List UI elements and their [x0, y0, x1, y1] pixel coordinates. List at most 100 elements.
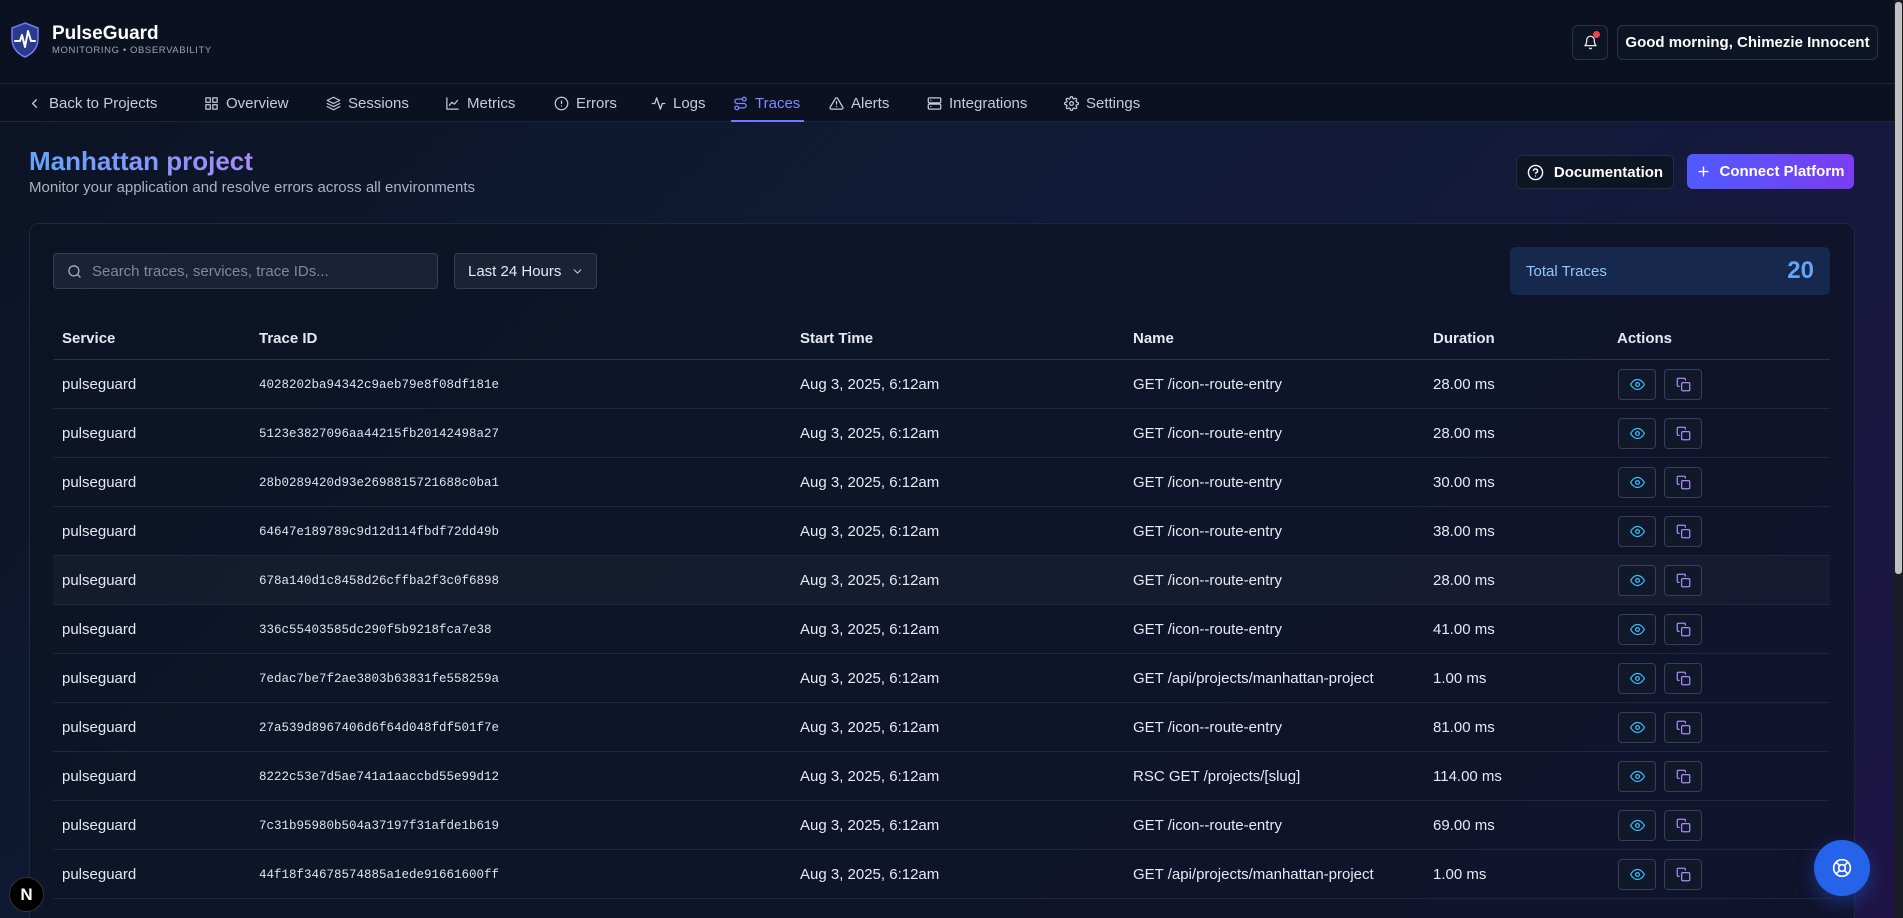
view-trace-button[interactable] — [1618, 761, 1656, 792]
cell-trace-id[interactable]: 4028202ba94342c9aeb79e8f08df181e — [259, 378, 499, 392]
view-trace-button[interactable] — [1618, 565, 1656, 596]
cell-service: pulseguard — [62, 768, 137, 785]
cell-trace-id[interactable]: 44f18f34678574885a1ede91661600ff — [259, 868, 499, 882]
cell-duration: 114.00 ms — [1433, 768, 1502, 785]
tab-integrations[interactable]: Integrations — [927, 84, 1027, 122]
eye-icon — [1629, 476, 1645, 489]
column-header-duration[interactable]: Duration — [1433, 330, 1495, 347]
cell-service: pulseguard — [62, 474, 137, 491]
lifebuoy-icon — [1832, 858, 1852, 878]
cell-name: RSC GET /projects/[slug] — [1133, 768, 1301, 785]
table-row[interactable]: pulseguard 7c31b95980b504a37197f31afde1b6… — [53, 801, 1830, 850]
tab-sessions[interactable]: Sessions — [326, 84, 409, 122]
search-box[interactable] — [53, 253, 438, 289]
copy-icon — [1676, 671, 1690, 686]
tab-overview[interactable]: Overview — [204, 84, 289, 122]
cell-trace-id[interactable]: 8222c53e7d5ae741a1aaccbd55e99d12 — [259, 770, 499, 784]
cell-service: pulseguard — [62, 866, 137, 883]
cell-start-time: Aug 3, 2025, 6:12am — [800, 523, 940, 540]
search-icon — [68, 264, 81, 278]
tab-overview-label: Overview — [226, 94, 289, 112]
copy-icon — [1676, 475, 1690, 490]
help-button[interactable] — [1814, 840, 1870, 896]
cell-trace-id[interactable]: 7c31b95980b504a37197f31afde1b619 — [259, 819, 499, 833]
view-trace-button[interactable] — [1618, 418, 1656, 449]
tab-alerts[interactable]: Alerts — [829, 84, 889, 122]
eye-icon — [1629, 868, 1645, 881]
eye-icon — [1629, 623, 1645, 636]
tab-logs-label: Logs — [673, 94, 706, 112]
time-range-select[interactable]: Last 24 Hours — [454, 253, 597, 289]
cell-start-time: Aug 3, 2025, 6:12am — [800, 817, 940, 834]
cell-duration: 30.00 ms — [1433, 474, 1495, 491]
cell-start-time: Aug 3, 2025, 6:12am — [800, 474, 940, 491]
tab-logs[interactable]: Logs — [651, 84, 706, 122]
connect-platform-button[interactable]: Connect Platform — [1687, 154, 1854, 189]
documentation-button[interactable]: Documentation — [1516, 155, 1674, 189]
view-trace-button[interactable] — [1618, 859, 1656, 890]
user-greeting-button[interactable]: Good morning, Chimezie Innocent — [1617, 25, 1878, 60]
view-trace-button[interactable] — [1618, 369, 1656, 400]
brand[interactable]: PulseGuard MONITORING • OBSERVABILITY — [10, 22, 212, 58]
table-row[interactable]: pulseguard 27a539d8967406d6f64d048fdf501f… — [53, 703, 1830, 752]
cell-duration: 28.00 ms — [1433, 572, 1495, 589]
view-trace-button[interactable] — [1618, 516, 1656, 547]
tab-settings[interactable]: Settings — [1064, 84, 1140, 122]
total-traces-value: 20 — [1787, 257, 1814, 284]
back-to-projects-link[interactable]: Back to Projects — [27, 84, 157, 122]
column-header-name[interactable]: Name — [1133, 330, 1174, 347]
tab-traces[interactable]: Traces — [730, 84, 805, 122]
copy-trace-id-button[interactable] — [1664, 467, 1702, 498]
copy-trace-id-button[interactable] — [1664, 859, 1702, 890]
table-row[interactable]: pulseguard 5123e3827096aa44215fb20142498a… — [53, 409, 1830, 458]
framework-badge[interactable]: N — [9, 877, 44, 912]
cell-duration: 41.00 ms — [1433, 621, 1495, 638]
cell-trace-id[interactable]: 5123e3827096aa44215fb20142498a27 — [259, 427, 499, 441]
cell-service: pulseguard — [62, 376, 137, 393]
cell-start-time: Aug 3, 2025, 6:12am — [800, 670, 940, 687]
table-row[interactable]: pulseguard 28b0289420d93e2698815721688c0b… — [53, 458, 1830, 507]
view-trace-button[interactable] — [1618, 614, 1656, 645]
time-range-value: Last 24 Hours — [468, 262, 562, 280]
table-row[interactable]: pulseguard 4028202ba94342c9aeb79e8f08df18… — [53, 360, 1830, 409]
column-header-trace-id[interactable]: Trace ID — [259, 330, 317, 347]
cell-duration: 38.00 ms — [1433, 523, 1495, 540]
cell-trace-id[interactable]: 64647e189789c9d12d114fbdf72dd49b — [259, 525, 499, 539]
copy-trace-id-button[interactable] — [1664, 614, 1702, 645]
view-trace-button[interactable] — [1618, 663, 1656, 694]
cell-trace-id[interactable]: 678a140d1c8458d26cffba2f3c0f6898 — [259, 574, 499, 588]
table-row[interactable]: pulseguard 7edac7be7f2ae3803b63831fe55825… — [53, 654, 1830, 703]
copy-trace-id-button[interactable] — [1664, 761, 1702, 792]
tab-errors[interactable]: Errors — [554, 84, 617, 122]
help-circle-icon — [1527, 164, 1544, 180]
view-trace-button[interactable] — [1618, 712, 1656, 743]
copy-trace-id-button[interactable] — [1664, 516, 1702, 547]
cell-trace-id[interactable]: 7edac7be7f2ae3803b63831fe558259a — [259, 672, 499, 686]
copy-trace-id-button[interactable] — [1664, 810, 1702, 841]
table-row[interactable]: pulseguard 44f18f34678574885a1ede91661600… — [53, 850, 1830, 899]
cell-service: pulseguard — [62, 572, 137, 589]
table-row[interactable]: pulseguard 336c55403585dc290f5b9218fca7e3… — [53, 605, 1830, 654]
column-header-start-time[interactable]: Start Time — [800, 330, 873, 347]
copy-trace-id-button[interactable] — [1664, 369, 1702, 400]
project-nav: Back to Projects Overview Sessions Metri… — [0, 84, 1894, 122]
notifications-button[interactable] — [1572, 25, 1608, 60]
view-trace-button[interactable] — [1618, 810, 1656, 841]
copy-icon — [1676, 720, 1690, 735]
cell-name: GET /api/projects/manhattan-project — [1133, 866, 1374, 883]
search-input[interactable] — [92, 262, 422, 280]
copy-trace-id-button[interactable] — [1664, 565, 1702, 596]
cell-trace-id[interactable]: 27a539d8967406d6f64d048fdf501f7e — [259, 721, 499, 735]
copy-trace-id-button[interactable] — [1664, 418, 1702, 449]
table-row[interactable]: pulseguard 8222c53e7d5ae741a1aaccbd55e99d… — [53, 752, 1830, 801]
table-row[interactable]: pulseguard 678a140d1c8458d26cffba2f3c0f68… — [53, 556, 1830, 605]
tab-metrics[interactable]: Metrics — [445, 84, 515, 122]
copy-trace-id-button[interactable] — [1664, 712, 1702, 743]
copy-trace-id-button[interactable] — [1664, 663, 1702, 694]
cell-trace-id[interactable]: 336c55403585dc290f5b9218fca7e38 — [259, 623, 492, 637]
column-header-service[interactable]: Service — [62, 330, 115, 347]
page-scrollbar-thumb[interactable] — [1895, 2, 1902, 574]
view-trace-button[interactable] — [1618, 467, 1656, 498]
table-row[interactable]: pulseguard 64647e189789c9d12d114fbdf72dd4… — [53, 507, 1830, 556]
cell-trace-id[interactable]: 28b0289420d93e2698815721688c0ba1 — [259, 476, 499, 490]
